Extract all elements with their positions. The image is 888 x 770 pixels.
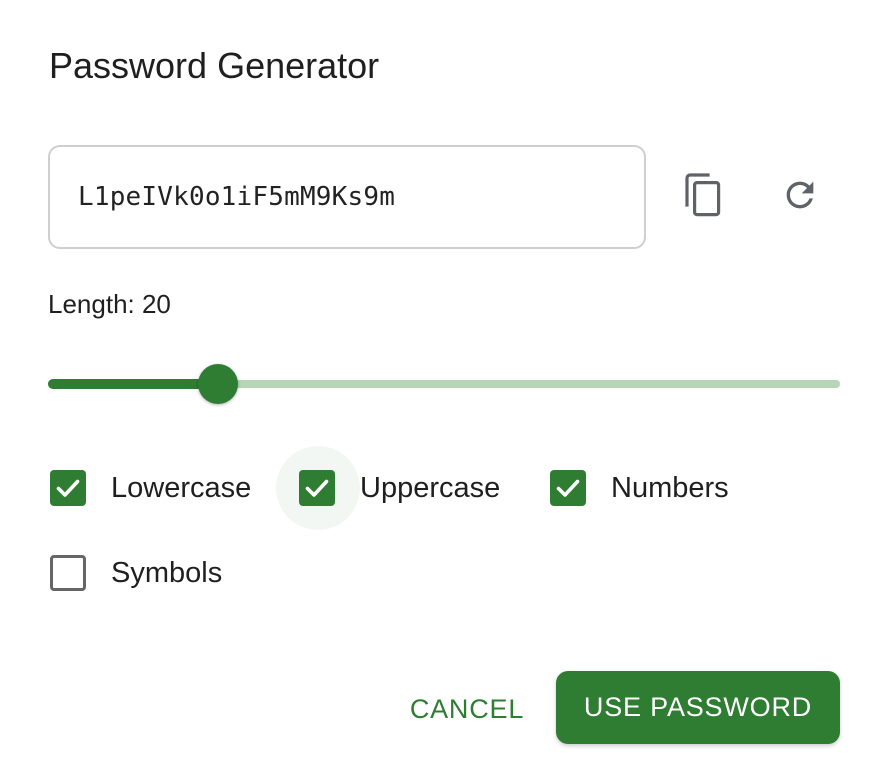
slider-fill [48, 379, 219, 389]
uppercase-label[interactable]: Uppercase [360, 470, 500, 506]
password-generator-dialog: Password Generator L1peIVk0o1iF5mM9Ks9m … [0, 0, 888, 770]
option-numbers[interactable]: Numbers [550, 470, 729, 506]
password-value[interactable]: L1peIVk0o1iF5mM9Ks9m [78, 180, 395, 214]
regenerate-button[interactable] [768, 165, 832, 229]
lowercase-checkbox[interactable] [50, 470, 86, 506]
numbers-checkbox[interactable] [550, 470, 586, 506]
use-password-button[interactable]: USE PASSWORD [556, 671, 840, 744]
lowercase-label[interactable]: Lowercase [111, 470, 251, 506]
option-uppercase[interactable]: Uppercase [276, 446, 500, 530]
option-lowercase[interactable]: Lowercase [50, 470, 251, 506]
length-label: Length: 20 [48, 289, 171, 319]
copy-icon [683, 171, 723, 224]
dialog-title: Password Generator [49, 45, 380, 86]
slider-thumb[interactable] [198, 364, 239, 404]
password-field[interactable]: L1peIVk0o1iF5mM9Ks9m [48, 145, 646, 249]
symbols-label[interactable]: Symbols [111, 555, 222, 591]
numbers-label[interactable]: Numbers [611, 470, 729, 506]
cancel-button[interactable]: CANCEL [396, 674, 538, 744]
symbols-checkbox[interactable] [50, 555, 86, 591]
copy-button[interactable] [671, 165, 735, 229]
uppercase-checkbox[interactable] [299, 470, 335, 506]
refresh-icon [780, 175, 820, 220]
length-slider[interactable] [48, 364, 840, 404]
option-symbols[interactable]: Symbols [50, 555, 222, 591]
